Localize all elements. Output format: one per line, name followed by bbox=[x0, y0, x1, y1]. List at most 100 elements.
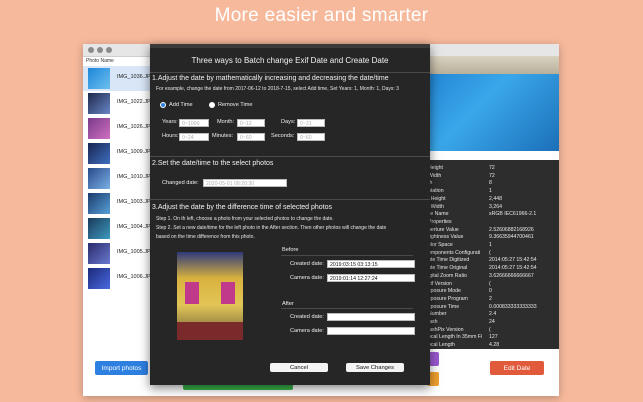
exif-value: 8 bbox=[489, 180, 492, 187]
exif-panel: Height 72 Width 72th 8 ntation 1 l Height 2,448 l… bbox=[425, 160, 559, 349]
divider bbox=[281, 255, 413, 256]
after-label: After bbox=[282, 301, 294, 307]
photo-thumbnail bbox=[88, 268, 110, 289]
dialog-title-strip bbox=[150, 44, 430, 48]
batch-change-dialog: Three ways to Batch change Exif Date and… bbox=[150, 44, 430, 385]
exif-value: 2014:05:27 15:42:54 bbox=[489, 257, 537, 264]
exif-key: xposure Mode bbox=[428, 288, 461, 295]
camera-date-label: Camera date: bbox=[290, 275, 324, 281]
photo-row[interactable]: IMG_1005.JPG bbox=[83, 241, 155, 266]
save-changes-button[interactable]: Save Changes bbox=[346, 363, 404, 372]
exif-value: 2.4 bbox=[489, 311, 497, 318]
after-camera-date-label: Camera date: bbox=[290, 328, 324, 334]
exif-value: 72 bbox=[489, 172, 495, 179]
divider bbox=[150, 72, 430, 73]
created-date-label: Created date: bbox=[290, 261, 324, 267]
edit-date-button[interactable]: Edit Date bbox=[490, 361, 544, 375]
exif-value: 24 bbox=[489, 319, 495, 325]
exif-key: Properties bbox=[428, 218, 452, 225]
photo-thumbnail bbox=[88, 193, 110, 214]
photo-thumbnail bbox=[88, 93, 110, 114]
close-window-button[interactable] bbox=[88, 47, 94, 53]
photo-thumbnail bbox=[88, 168, 110, 189]
photo-row[interactable]: IMG_1004.JPG bbox=[83, 216, 155, 241]
years-label: Years: bbox=[162, 119, 178, 125]
after-created-date-label: Created date: bbox=[290, 314, 324, 320]
month-input[interactable]: 0~12 bbox=[237, 119, 265, 127]
add-time-radio[interactable] bbox=[160, 102, 166, 108]
exif-value: 9.36635944700461 bbox=[489, 234, 534, 241]
section1-heading: 1.Adjust the date by mathematically incr… bbox=[152, 75, 389, 82]
remove-time-radio[interactable] bbox=[209, 102, 215, 108]
photo-thumbnail bbox=[88, 68, 110, 89]
exif-key: xif Version bbox=[428, 280, 452, 287]
exif-value: 2.52606882168926 bbox=[489, 226, 534, 233]
minimize-window-button[interactable] bbox=[97, 47, 103, 53]
exif-key: ile Name bbox=[428, 211, 449, 218]
photo-row[interactable]: IMG_1009.JPG bbox=[83, 141, 155, 166]
years-input[interactable]: 0~1000 bbox=[179, 119, 209, 127]
exif-key: l Height bbox=[428, 195, 446, 202]
divider bbox=[281, 308, 413, 309]
photo-row[interactable]: IMG_1036.JPG bbox=[83, 66, 155, 91]
minutes-label: Minutes: bbox=[212, 133, 234, 139]
days-label: Days: bbox=[281, 119, 296, 125]
exif-key: ntation bbox=[428, 188, 444, 195]
hours-label: Hours: bbox=[162, 133, 179, 139]
exif-key: ate Time Original bbox=[428, 265, 468, 272]
exif-value: 72 bbox=[489, 165, 495, 171]
exif-value: 0 bbox=[489, 288, 492, 295]
exif-key: ocal Length bbox=[428, 342, 455, 349]
add-time-label: Add Time bbox=[169, 102, 193, 108]
photo-row[interactable]: IMG_1003.JPG bbox=[83, 191, 155, 216]
photo-row[interactable]: IMG_1010.JPG bbox=[83, 166, 155, 191]
exif-value: ( bbox=[489, 249, 491, 256]
photo-row[interactable]: IMG_1006.JPG bbox=[83, 266, 155, 291]
exif-key: rightness Value bbox=[428, 234, 464, 241]
cancel-button[interactable]: Cancel bbox=[270, 363, 328, 372]
minutes-input[interactable]: 0~60 bbox=[237, 133, 265, 141]
exif-key: xposure Program bbox=[428, 295, 468, 302]
exif-value: 3,264 bbox=[489, 203, 502, 210]
exif-value: 2,448 bbox=[489, 195, 502, 202]
changed-date-input[interactable]: 2020-05-01 08:20:30 bbox=[203, 179, 287, 187]
exif-key: xposure Time bbox=[428, 303, 460, 310]
pool-deck bbox=[427, 56, 559, 74]
seconds-input[interactable]: 0~60 bbox=[297, 133, 325, 141]
import-photos-button[interactable]: Import photos bbox=[95, 361, 148, 375]
banner-title: More easier and smarter bbox=[214, 5, 429, 26]
remove-time-label: Remove Time bbox=[218, 102, 253, 108]
photo-preview bbox=[427, 56, 559, 151]
section1-example: For example, change the date from 2017-0… bbox=[156, 86, 399, 92]
photo-thumbnail bbox=[88, 143, 110, 164]
exif-key: ocal Length In 35mm Fi bbox=[428, 334, 483, 341]
exif-value: ( bbox=[489, 326, 491, 333]
selected-photo bbox=[177, 252, 243, 340]
photo-thumbnail bbox=[88, 118, 110, 139]
exif-value: 4.28 bbox=[489, 342, 500, 349]
hours-input[interactable]: 0~24 bbox=[179, 133, 209, 141]
divider bbox=[150, 199, 430, 200]
exif-key: lashPix Version bbox=[428, 326, 464, 333]
month-label: Month: bbox=[217, 119, 235, 125]
exif-key: ate Time Digitized bbox=[428, 257, 470, 264]
exif-value: sRGB IEC61966-2.1 bbox=[489, 211, 537, 218]
after-camera-date-input[interactable] bbox=[327, 327, 415, 335]
days-input[interactable]: 0~31 bbox=[297, 119, 325, 127]
seconds-label: Seconds: bbox=[271, 133, 295, 139]
camera-date-value[interactable]: 2019:01:14 12:27:24 bbox=[327, 274, 415, 282]
after-created-date-input[interactable] bbox=[327, 313, 415, 321]
exif-value: 1 bbox=[489, 188, 492, 195]
divider bbox=[150, 156, 430, 157]
exif-key: igital Zoom Ratio bbox=[428, 272, 467, 279]
exif-key: omponents Configurati bbox=[428, 249, 481, 256]
zoom-window-button[interactable] bbox=[106, 47, 112, 53]
section2-heading: 2.Set the date/time to the select photos bbox=[152, 160, 274, 167]
section3-heading: 3.Adjust the date by the difference time… bbox=[152, 204, 333, 211]
photo-row[interactable]: IMG_1022.JPG bbox=[83, 91, 155, 116]
exif-key: Number bbox=[428, 311, 447, 318]
exif-key: l Width bbox=[428, 203, 444, 210]
photo-row[interactable]: IMG_1026.JPG bbox=[83, 116, 155, 141]
created-date-value[interactable]: 2019:03:15 03:13:15 bbox=[327, 260, 415, 268]
exif-value: 3.62666666666667 bbox=[489, 272, 534, 279]
